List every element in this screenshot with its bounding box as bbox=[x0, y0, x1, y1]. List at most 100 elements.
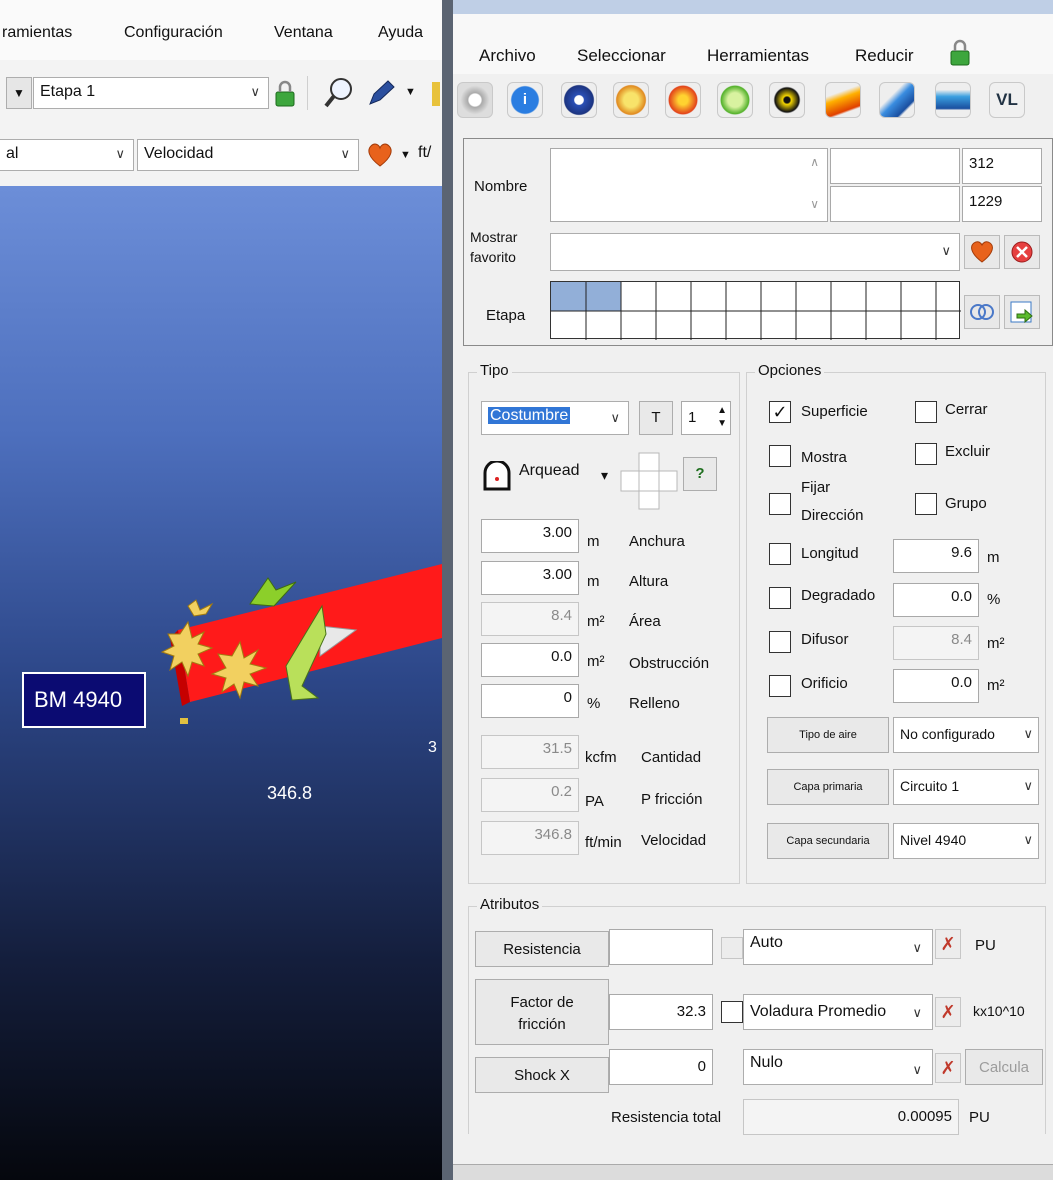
degradado-label: Degradado bbox=[801, 587, 876, 604]
edge-label: 3 bbox=[428, 739, 437, 756]
capa-primaria-button[interactable]: Capa primaria bbox=[767, 769, 889, 805]
stepper-up-icon[interactable]: ▲ bbox=[717, 405, 727, 416]
menu-ayuda[interactable]: Ayuda bbox=[378, 24, 423, 42]
fijar-direccion-checkbox[interactable] bbox=[769, 493, 791, 515]
layers-icon[interactable] bbox=[935, 82, 971, 118]
menu-herramientas[interactable]: Herramientas bbox=[707, 46, 809, 66]
orificio-field[interactable]: 0.0 bbox=[893, 669, 979, 703]
favorite-heart-button[interactable] bbox=[964, 235, 1000, 269]
layer-select[interactable]: al ∨ bbox=[0, 139, 134, 171]
chevron-down-icon[interactable]: ▼ bbox=[400, 149, 411, 161]
menu-seleccionar[interactable]: Seleccionar bbox=[577, 46, 666, 66]
shock-field[interactable]: 0 bbox=[609, 1049, 713, 1085]
degradado-field[interactable]: 0.0 bbox=[893, 583, 979, 617]
stage-grid[interactable] bbox=[550, 281, 961, 340]
help-button[interactable]: ? bbox=[683, 457, 717, 491]
friccion-select[interactable]: Voladura Promedio ∨ bbox=[743, 994, 933, 1030]
logo-icon[interactable]: VL bbox=[989, 82, 1025, 118]
superficie-checkbox[interactable]: ✓ bbox=[769, 401, 791, 423]
menu-configuracion[interactable]: Configuración bbox=[124, 24, 223, 42]
zoom-icon[interactable] bbox=[323, 76, 357, 110]
info-icon[interactable]: i bbox=[507, 82, 543, 118]
chevron-down-icon[interactable]: ▼ bbox=[405, 86, 416, 98]
longitud-field[interactable]: 9.6 bbox=[893, 539, 979, 573]
shape-select[interactable]: Arquead ▾ bbox=[481, 457, 621, 495]
altura-field[interactable]: 3.00 bbox=[481, 561, 579, 595]
longitud-checkbox[interactable] bbox=[769, 543, 791, 565]
stage-select[interactable]: Etapa 1 ∨ bbox=[33, 77, 269, 109]
stage-link-button[interactable] bbox=[964, 295, 1000, 329]
obstruccion-field[interactable]: 0.0 bbox=[481, 643, 579, 677]
fan-icon[interactable] bbox=[561, 82, 597, 118]
heat-icon[interactable] bbox=[613, 82, 649, 118]
fire-icon[interactable] bbox=[665, 82, 701, 118]
scroll-down-icon[interactable]: ∨ bbox=[810, 197, 819, 211]
shock-select[interactable]: Nulo ∨ bbox=[743, 1049, 933, 1085]
lock-icon[interactable] bbox=[274, 80, 296, 108]
tipo-aire-select[interactable]: No configurado ∨ bbox=[893, 717, 1039, 753]
tipo-aire-button[interactable]: Tipo de aire bbox=[767, 717, 889, 753]
alignment-cross-icon[interactable] bbox=[619, 451, 679, 511]
flame-icon[interactable] bbox=[825, 82, 861, 118]
arch-shape-icon bbox=[483, 461, 511, 491]
heart-icon[interactable] bbox=[366, 142, 394, 168]
stepper-down-icon[interactable]: ▼ bbox=[717, 418, 727, 429]
wifi-icon[interactable] bbox=[879, 82, 915, 118]
grupo-label: Grupo bbox=[945, 495, 987, 512]
opciones-group: Opciones ✓ Superficie Cerrar Mostra Excl… bbox=[746, 362, 1046, 884]
capa-secundaria-button[interactable]: Capa secundaria bbox=[767, 823, 889, 859]
count-stepper[interactable]: 1 ▲ ▼ bbox=[681, 401, 731, 435]
display-select[interactable]: Velocidad ∨ bbox=[137, 139, 359, 171]
toolbar-divider bbox=[307, 76, 308, 110]
friccion-field[interactable]: 32.3 bbox=[609, 994, 713, 1030]
relleno-field[interactable]: 0 bbox=[481, 684, 579, 718]
menu-reducir[interactable]: Reducir bbox=[855, 46, 914, 66]
chevron-down-icon: ∨ bbox=[1023, 778, 1033, 793]
resistencia-field[interactable] bbox=[609, 929, 713, 965]
count-stepper-value: 1 bbox=[688, 409, 697, 426]
layer-select-value: al bbox=[6, 145, 19, 162]
orificio-checkbox[interactable] bbox=[769, 675, 791, 697]
resistencia-select-value: Auto bbox=[750, 934, 783, 951]
grupo-checkbox[interactable] bbox=[915, 493, 937, 515]
shock-button[interactable]: Shock X bbox=[475, 1057, 609, 1093]
resistencia-clear-icon[interactable]: ✗ bbox=[935, 929, 961, 959]
menu-herramientas[interactable]: ramientas bbox=[2, 24, 72, 42]
favorite-delete-button[interactable] bbox=[1004, 235, 1040, 269]
difusor-unit: m² bbox=[987, 635, 1005, 652]
tipo-select[interactable]: Costumbre ∨ bbox=[481, 401, 629, 435]
tipo-title: Tipo bbox=[477, 362, 512, 379]
capa-secundaria-select[interactable]: Nivel 4940 ∨ bbox=[893, 823, 1039, 859]
dropdown-arrow-button[interactable]: ▼ bbox=[6, 77, 32, 109]
area-unit: m² bbox=[587, 613, 605, 630]
radiation-icon[interactable] bbox=[769, 82, 805, 118]
resistencia-button[interactable]: Resistencia bbox=[475, 931, 609, 967]
excluir-checkbox[interactable] bbox=[915, 443, 937, 465]
degradado-checkbox[interactable] bbox=[769, 587, 791, 609]
aux-field-bottom[interactable] bbox=[830, 186, 960, 222]
friccion-clear-icon[interactable]: ✗ bbox=[935, 997, 961, 1027]
resistencia-select[interactable]: Auto ∨ bbox=[743, 929, 933, 965]
favorito-select[interactable]: ∨ bbox=[550, 233, 960, 271]
stage-apply-button[interactable] bbox=[1004, 295, 1040, 329]
capa-primaria-select[interactable]: Circuito 1 ∨ bbox=[893, 769, 1039, 805]
friccion-button-line2: fricción bbox=[518, 1016, 566, 1033]
difusor-checkbox[interactable] bbox=[769, 631, 791, 653]
menu-archivo[interactable]: Archivo bbox=[479, 46, 536, 66]
anchura-field[interactable]: 3.00 bbox=[481, 519, 579, 553]
pen-icon[interactable] bbox=[366, 78, 398, 108]
menu-ventana[interactable]: Ventana bbox=[274, 24, 333, 42]
aux-field-top[interactable] bbox=[830, 148, 960, 184]
friccion-button[interactable]: Factor de fricción bbox=[475, 979, 609, 1045]
mostra-checkbox[interactable] bbox=[769, 445, 791, 467]
disc-icon[interactable] bbox=[457, 82, 493, 118]
lock-icon[interactable] bbox=[950, 39, 970, 67]
node-label[interactable]: BM 4940 bbox=[22, 672, 146, 728]
cerrar-checkbox[interactable] bbox=[915, 401, 937, 423]
speech-bubble-icon[interactable] bbox=[717, 82, 753, 118]
scroll-up-icon[interactable]: ∧ bbox=[810, 155, 819, 169]
nombre-textarea[interactable]: ∧ ∨ bbox=[550, 148, 828, 222]
friccion-checkbox[interactable] bbox=[721, 1001, 743, 1023]
shock-clear-icon[interactable]: ✗ bbox=[935, 1053, 961, 1083]
t-button[interactable]: T bbox=[639, 401, 673, 435]
